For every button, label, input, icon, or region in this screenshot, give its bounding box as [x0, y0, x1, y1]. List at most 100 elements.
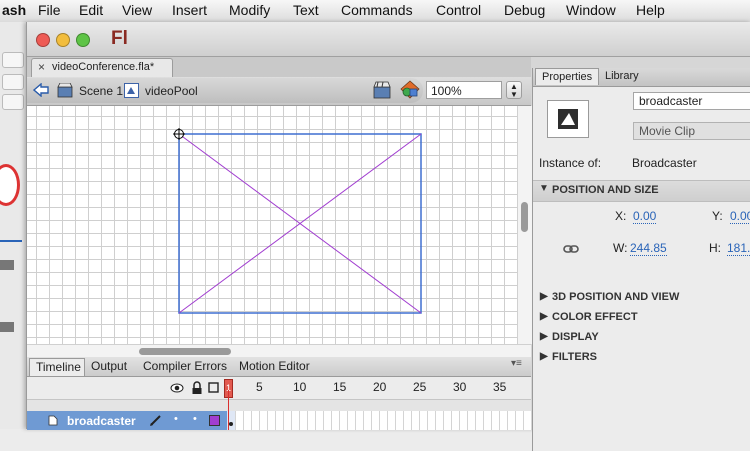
zoom-window-button[interactable]: [76, 33, 90, 47]
menu-edit[interactable]: Edit: [79, 2, 103, 18]
layer-name[interactable]: broadcaster: [67, 414, 136, 428]
menu-file[interactable]: File: [38, 2, 61, 18]
chevron-down-icon: ▼: [539, 183, 549, 194]
section-position-size-label: POSITION AND SIZE: [552, 184, 659, 196]
timeline-header: 1 5 10 15 20 25 30 35: [27, 377, 531, 400]
menu-debug[interactable]: Debug: [504, 2, 545, 18]
section-position-size[interactable]: ▼ POSITION AND SIZE: [533, 180, 750, 202]
section-3d-position-label: 3D POSITION AND VIEW: [552, 291, 680, 303]
layer-color-swatch[interactable]: [209, 415, 220, 426]
menu-view[interactable]: View: [122, 2, 152, 18]
vertical-scroll-thumb[interactable]: [521, 202, 528, 232]
tab-properties[interactable]: Properties: [535, 68, 600, 85]
section-display[interactable]: ▶ DISPLAY: [533, 328, 750, 348]
horizontal-scrollbar[interactable]: [27, 344, 531, 358]
menu-control[interactable]: Control: [436, 2, 481, 18]
instance-of-label: Instance of:: [539, 156, 602, 170]
document-tab-label: videoConference.fla*: [52, 61, 155, 73]
back-arrow-icon[interactable]: [33, 83, 49, 97]
instance-name-field[interactable]: broadcaster: [633, 92, 750, 110]
h-label: H:: [709, 241, 721, 255]
keyframe-dot: [229, 422, 233, 426]
stage[interactable]: [27, 106, 517, 344]
edit-bar: Scene 1 videoPool 100% ▲ ▼: [27, 77, 531, 106]
menu-help[interactable]: Help: [636, 2, 665, 18]
tab-output[interactable]: Output: [91, 359, 127, 373]
frame-number: 30: [453, 380, 467, 394]
menu-commands[interactable]: Commands: [341, 2, 413, 18]
h-value[interactable]: 181.45: [727, 241, 750, 256]
panel-menu-icon[interactable]: ▾≡: [511, 358, 522, 369]
registration-point-icon[interactable]: [173, 128, 185, 140]
zoom-stepper[interactable]: ▲ ▼: [506, 81, 522, 99]
breadcrumb: Scene 1 videoPool: [27, 78, 423, 103]
x-value[interactable]: 0.00: [633, 209, 657, 224]
document-tab[interactable]: × videoConference.fla*: [31, 58, 173, 78]
symbol-thumbnail: [547, 100, 589, 138]
frame-number: 15: [333, 380, 347, 394]
chevron-right-icon: ▶: [540, 291, 548, 302]
title-bar: Fl: [27, 22, 750, 57]
menu-window[interactable]: Window: [566, 2, 616, 18]
document-tab-bar: × videoConference.fla*: [27, 57, 531, 78]
zoom-field[interactable]: 100%: [426, 81, 502, 99]
layer-row[interactable]: broadcaster • •: [27, 411, 227, 430]
minimize-window-button[interactable]: [56, 33, 70, 47]
section-3d-position[interactable]: ▶ 3D POSITION AND VIEW: [533, 288, 750, 308]
section-filters-label: FILTERS: [552, 351, 598, 363]
menu-modify[interactable]: Modify: [229, 2, 270, 18]
layer-icon: [48, 415, 58, 426]
visibility-dot[interactable]: •: [174, 413, 178, 425]
link-constrain-icon[interactable]: [563, 244, 579, 254]
timeline-panel: Timeline Output Compiler Errors Motion E…: [27, 344, 531, 430]
properties-tab-bar: Properties Library: [533, 68, 750, 87]
breadcrumb-symbol[interactable]: videoPool: [145, 84, 198, 98]
vertical-scrollbar[interactable]: [517, 106, 532, 344]
breadcrumb-scene[interactable]: Scene 1: [79, 84, 123, 98]
menu-app[interactable]: ash: [2, 2, 26, 18]
stage-drawing: [173, 128, 422, 314]
movieclip-icon: [124, 83, 139, 98]
tab-timeline[interactable]: Timeline: [29, 358, 85, 376]
pencil-icon[interactable]: [149, 414, 161, 427]
background-text-mark: [0, 260, 14, 270]
outline-icon[interactable]: [208, 382, 219, 393]
playhead-line: [228, 390, 229, 430]
frame-number: 25: [413, 380, 427, 394]
background-button: [2, 74, 24, 90]
chevron-right-icon: ▶: [540, 351, 548, 362]
tab-library[interactable]: Library: [599, 68, 645, 85]
y-value[interactable]: 0.00: [730, 209, 750, 224]
tab-motion-editor[interactable]: Motion Editor: [239, 359, 310, 373]
symbol-type-select[interactable]: Movie Clip: [633, 122, 750, 140]
w-value[interactable]: 244.85: [630, 241, 667, 256]
flash-window: Fl × videoConference.fla* Scene 1 videoP…: [26, 22, 750, 451]
menu-text[interactable]: Text: [293, 2, 319, 18]
lock-dot[interactable]: •: [193, 413, 197, 425]
section-display-label: DISPLAY: [552, 331, 599, 343]
show-hide-eye-icon[interactable]: [170, 383, 184, 393]
background-link-mark: [0, 240, 22, 242]
frame-number: 5: [256, 380, 263, 394]
instance-of-value: Broadcaster: [632, 156, 697, 170]
tab-compiler-errors[interactable]: Compiler Errors: [143, 359, 227, 373]
movieclip-type-icon: [558, 109, 578, 129]
horizontal-scroll-thumb[interactable]: [139, 348, 231, 355]
close-tab-icon[interactable]: ×: [38, 60, 45, 74]
menu-insert[interactable]: Insert: [172, 2, 207, 18]
edit-scene-icon[interactable]: [373, 81, 391, 99]
app-logo: Fl: [111, 28, 128, 49]
background-text-mark: [0, 322, 14, 332]
background-window[interactable]: [0, 22, 29, 429]
frame-number: 10: [293, 380, 307, 394]
background-button: [2, 94, 24, 110]
section-filters[interactable]: ▶ FILTERS: [533, 348, 750, 368]
lock-icon[interactable]: [191, 381, 203, 395]
close-window-button[interactable]: [36, 33, 50, 47]
edit-symbols-icon[interactable]: [400, 80, 420, 100]
background-button: [2, 52, 24, 68]
chevron-right-icon: ▶: [540, 311, 548, 322]
frame-track[interactable]: [227, 411, 531, 430]
section-color-effect[interactable]: ▶ COLOR EFFECT: [533, 308, 750, 328]
scene-icon: [57, 83, 73, 98]
